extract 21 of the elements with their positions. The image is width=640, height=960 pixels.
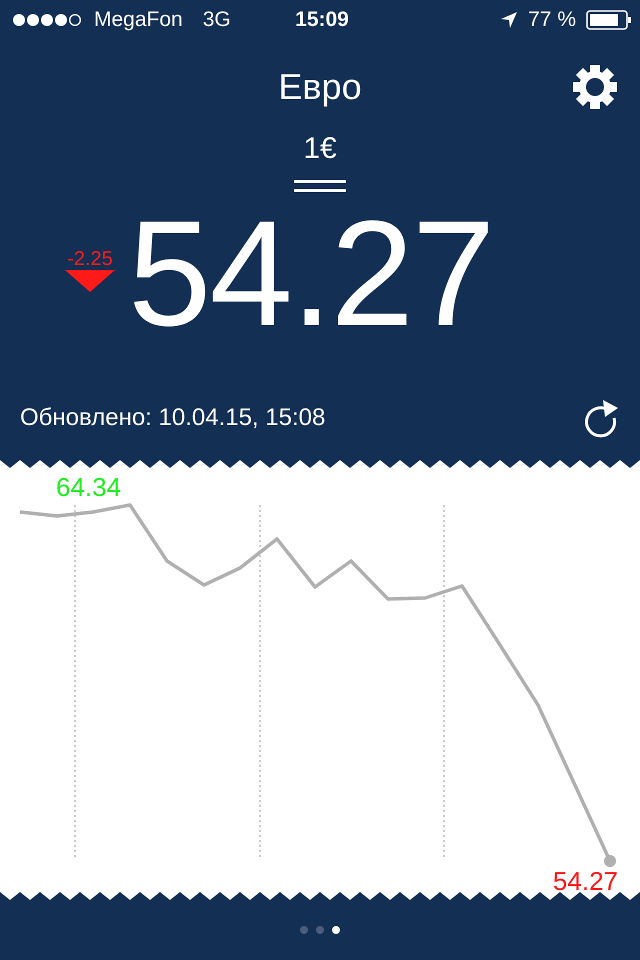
refresh-icon[interactable] — [584, 398, 620, 438]
updated-time: Обновлено: 10.04.15, 15:08 — [20, 404, 326, 432]
signal-icon — [12, 13, 84, 27]
change-value: -2.25 — [67, 248, 113, 270]
max-value: 64.34 — [56, 472, 122, 503]
clock-time: 15:09 — [295, 8, 349, 32]
currency-title: Евро — [278, 66, 362, 108]
page-dot[interactable] — [300, 926, 308, 934]
equals-icon — [294, 180, 346, 192]
battery-percent: 77 % — [528, 8, 576, 32]
exchange-rate: 54.27 — [128, 198, 494, 348]
settings-icon[interactable] — [572, 64, 618, 110]
amount-label: 1€ — [303, 132, 337, 166]
page-dot[interactable] — [316, 926, 324, 934]
page-dot[interactable] — [332, 926, 340, 934]
location-arrow-icon — [500, 11, 518, 29]
carrier-name: MegaFon — [94, 8, 183, 32]
network-type: 3G — [202, 8, 231, 32]
battery-icon — [586, 10, 632, 30]
min-value: 54.27 — [552, 866, 618, 897]
end-point — [604, 855, 616, 867]
